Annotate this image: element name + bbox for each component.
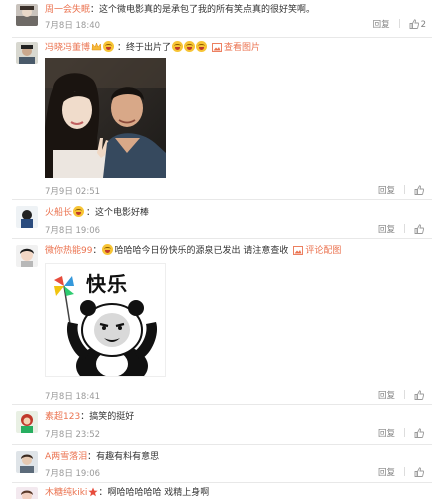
avatar[interactable] bbox=[16, 451, 38, 473]
comment-username[interactable]: 微你热能99 bbox=[45, 246, 92, 256]
comment-image-link[interactable]: 评论配图 bbox=[293, 246, 341, 256]
comment-username[interactable]: 火船长 bbox=[45, 208, 72, 218]
comment-line: 微你热能99： 哈哈哈今日份快乐的源泉已发出 请注意查收 评论配图 bbox=[45, 244, 341, 257]
comment-item: 周一会失眠：这个微电影真的是承包了我的所有笑点真的很好笑啊。 7月8日 18:4… bbox=[0, 0, 436, 38]
comment-username[interactable]: 木糖纯kiki bbox=[45, 488, 87, 498]
like-button[interactable] bbox=[414, 467, 426, 478]
comment-text: ：这个电影好棒 bbox=[86, 208, 150, 218]
comment-actions: 回复 2 bbox=[373, 18, 426, 30]
comment-actions: 回复 bbox=[378, 389, 426, 401]
laugh-emoji-icon bbox=[184, 41, 196, 52]
like-button[interactable]: 2 bbox=[409, 19, 426, 30]
meme-image[interactable]: 快乐 bbox=[45, 263, 166, 377]
star-badge-icon bbox=[88, 487, 99, 497]
divider bbox=[404, 185, 405, 194]
comment-text: ：有趣有料有意思 bbox=[87, 452, 160, 462]
comment-username[interactable]: 冯晓冯董博 bbox=[45, 43, 90, 53]
comment-line: 木糖纯kiki ：啊哈哈哈哈哈 戏精上身啊 bbox=[45, 487, 209, 499]
reply-button[interactable]: 回复 bbox=[378, 391, 395, 401]
comment-line: A两雪落泪：有趣有料有意思 bbox=[45, 451, 159, 463]
thumbs-up-icon bbox=[409, 19, 419, 29]
member-emoji-icon bbox=[73, 206, 85, 217]
comment-timestamp: 7月8日 23:52 bbox=[45, 430, 101, 440]
comment-username[interactable]: A两雪落泪 bbox=[45, 452, 87, 462]
reply-button[interactable]: 回复 bbox=[378, 186, 395, 196]
avatar[interactable] bbox=[16, 4, 38, 26]
like-button[interactable] bbox=[414, 185, 426, 196]
thumbs-up-icon bbox=[414, 467, 424, 477]
comment-text: ：搞笑的挺好 bbox=[80, 412, 135, 422]
laugh-emoji-icon bbox=[196, 41, 208, 52]
comment-timestamp: 7月9日 02:51 bbox=[45, 187, 101, 197]
picture-icon bbox=[212, 43, 222, 52]
comment-text: ：啊哈哈哈哈哈 戏精上身啊 bbox=[98, 488, 210, 498]
comment-actions: 回复 bbox=[378, 184, 426, 196]
comment-item: 素超123：搞笑的挺好 7月8日 23:52 回复 bbox=[0, 405, 436, 445]
avatar[interactable] bbox=[16, 42, 38, 64]
divider bbox=[404, 467, 405, 476]
comment-timestamp: 7月8日 18:41 bbox=[45, 392, 101, 402]
like-button[interactable] bbox=[414, 428, 426, 439]
avatar[interactable] bbox=[16, 245, 38, 267]
comment-text: ：终于出片了 bbox=[117, 43, 172, 53]
comment-timestamp: 7月8日 19:06 bbox=[45, 226, 101, 236]
picture-icon bbox=[293, 246, 304, 255]
like-button[interactable] bbox=[414, 224, 426, 235]
vip-crown-icon bbox=[91, 42, 102, 51]
divider bbox=[404, 390, 405, 399]
comment-line: 火船长 ：这个电影好棒 bbox=[45, 206, 149, 219]
comment-item: 木糖纯kiki ：啊哈哈哈哈哈 戏精上身啊 bbox=[0, 483, 436, 499]
comment-timestamp: 7月8日 19:06 bbox=[45, 469, 101, 479]
like-count: 2 bbox=[420, 20, 426, 30]
laugh-emoji-icon bbox=[102, 244, 114, 255]
thumbs-up-icon bbox=[414, 428, 424, 438]
thumbs-up-icon bbox=[414, 224, 424, 234]
member-emoji-icon bbox=[103, 41, 115, 52]
reply-button[interactable]: 回复 bbox=[378, 225, 395, 235]
reply-button[interactable]: 回复 bbox=[378, 468, 395, 478]
comment-photo[interactable] bbox=[45, 58, 166, 178]
comment-actions: 回复 bbox=[378, 466, 426, 478]
comment-text: ：这个微电影真的是承包了我的所有笑点真的很好笑啊。 bbox=[90, 5, 316, 15]
divider bbox=[404, 428, 405, 437]
comment-item: 冯晓冯董博 ：终于出片了 查看图片 7月9日 02:51 回复 bbox=[0, 38, 436, 198]
comment-actions: 回复 bbox=[378, 427, 426, 439]
view-image-link[interactable]: 查看图片 bbox=[212, 43, 260, 53]
comment-line: 冯晓冯董博 ：终于出片了 查看图片 bbox=[45, 41, 260, 54]
avatar[interactable] bbox=[16, 206, 38, 228]
thumbs-up-icon bbox=[414, 390, 424, 400]
comment-actions: 回复 bbox=[378, 223, 426, 235]
comment-line: 素超123：搞笑的挺好 bbox=[45, 411, 134, 423]
comment-image-link-label: 评论配图 bbox=[305, 246, 342, 256]
comment-line: 周一会失眠：这个微电影真的是承包了我的所有笑点真的很好笑啊。 bbox=[45, 4, 315, 16]
reply-button[interactable]: 回复 bbox=[373, 20, 390, 30]
reply-button[interactable]: 回复 bbox=[378, 429, 395, 439]
comment-colon: ： bbox=[92, 246, 102, 256]
comment-item: A两雪落泪：有趣有料有意思 7月8日 19:06 回复 bbox=[0, 445, 436, 483]
divider bbox=[398, 19, 400, 28]
comment-item: 微你热能99： 哈哈哈今日份快乐的源泉已发出 请注意查收 评论配图 快乐 7月8… bbox=[0, 239, 436, 404]
comment-text: 哈哈哈今日份快乐的源泉已发出 请注意查收 bbox=[114, 246, 289, 256]
comment-username[interactable]: 素超123 bbox=[45, 412, 80, 422]
comment-timestamp: 7月8日 18:40 bbox=[45, 21, 101, 31]
avatar[interactable] bbox=[16, 411, 38, 433]
laugh-emoji-icon bbox=[172, 41, 184, 52]
view-image-link-label: 查看图片 bbox=[224, 43, 261, 53]
meme-caption: 快乐 bbox=[86, 272, 128, 296]
divider bbox=[404, 224, 405, 233]
comment-item: 火船长 ：这个电影好棒 7月8日 19:06 回复 bbox=[0, 200, 436, 238]
like-button[interactable] bbox=[414, 390, 426, 401]
avatar[interactable] bbox=[16, 487, 38, 499]
comment-username[interactable]: 周一会失眠 bbox=[45, 5, 90, 15]
thumbs-up-icon bbox=[414, 185, 424, 195]
